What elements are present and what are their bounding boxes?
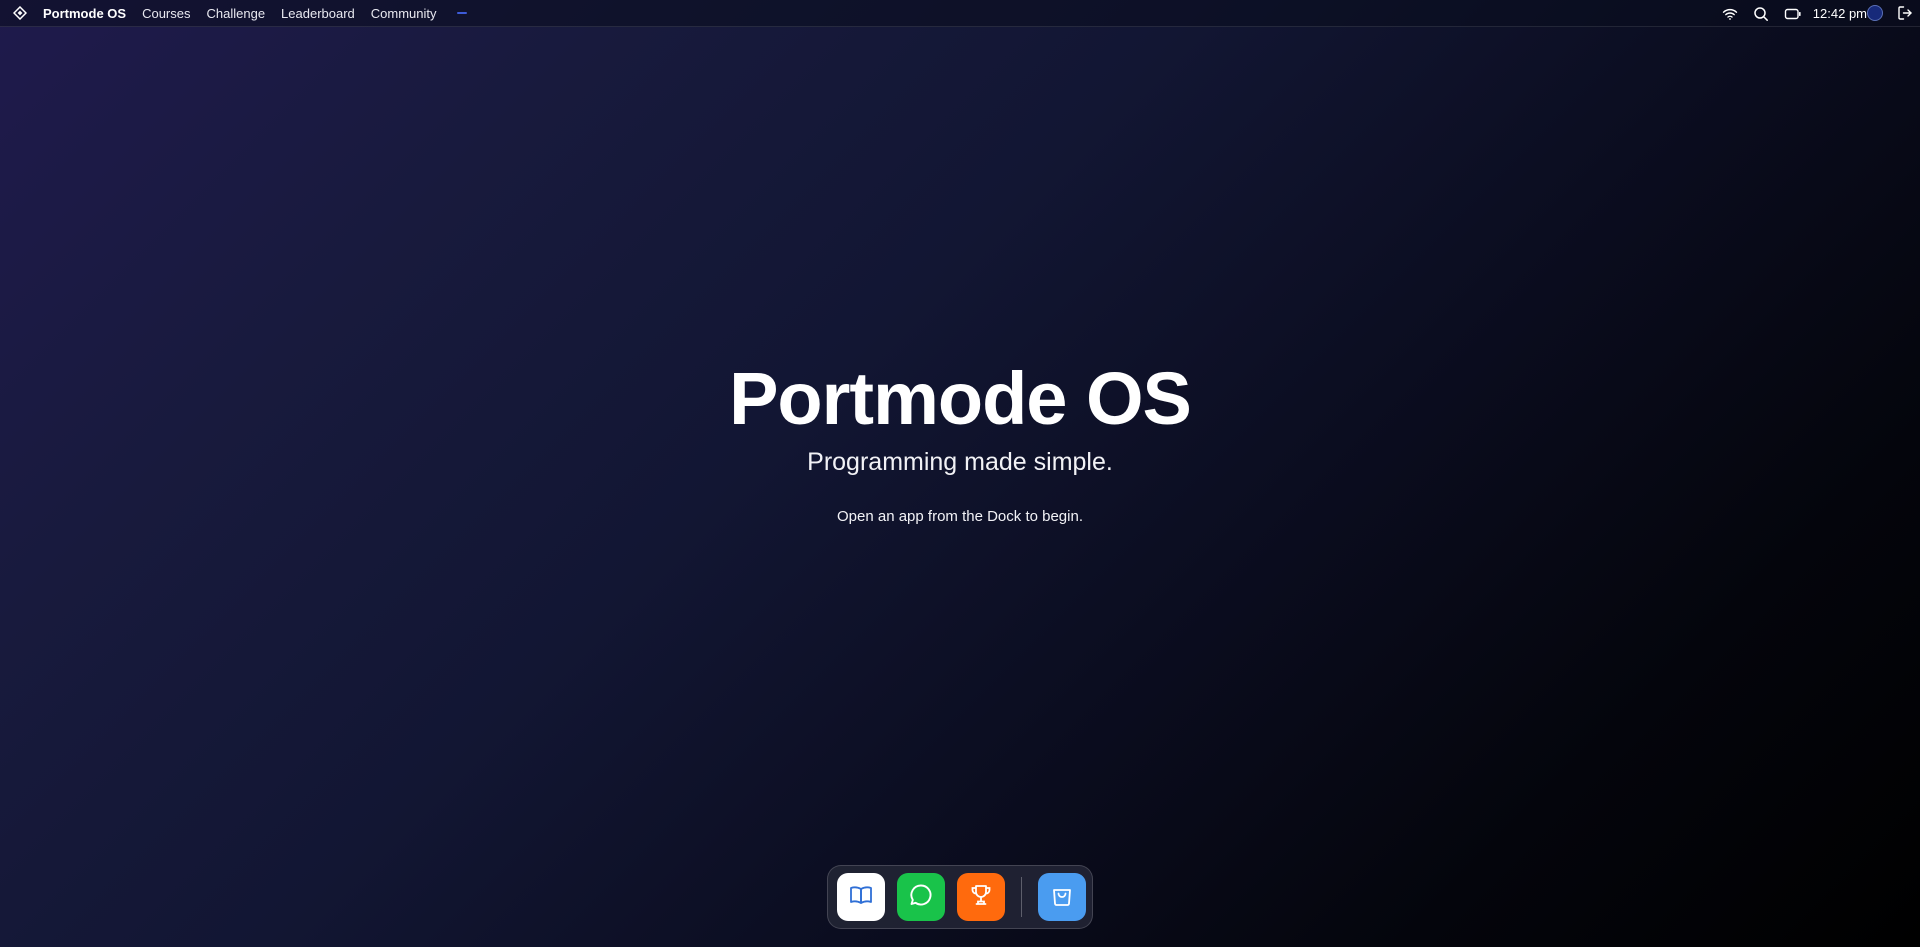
dock bbox=[827, 865, 1093, 929]
shopping-bag-icon bbox=[1049, 882, 1075, 913]
dock-app-store[interactable] bbox=[1038, 873, 1086, 921]
menu-item-challenge[interactable]: Challenge bbox=[207, 6, 266, 21]
hero-hint: Open an app from the Dock to begin. bbox=[837, 508, 1083, 525]
dock-separator bbox=[1021, 877, 1022, 917]
menu-item-courses[interactable]: Courses bbox=[142, 6, 190, 21]
chat-bubble-icon bbox=[908, 882, 934, 913]
search-icon[interactable] bbox=[1752, 5, 1770, 23]
app-name-menu[interactable]: Portmode OS bbox=[43, 6, 126, 21]
dock-app-community[interactable] bbox=[897, 873, 945, 921]
menu-item-community[interactable]: Community bbox=[371, 6, 437, 21]
diamond-logo-icon[interactable] bbox=[13, 6, 27, 20]
logout-icon[interactable] bbox=[1896, 4, 1914, 22]
menu-item-leaderboard[interactable]: Leaderboard bbox=[281, 6, 355, 21]
menu-bar-left: Portmode OS Courses Challenge Leaderboar… bbox=[0, 0, 467, 27]
hero-section: Portmode OS Programming made simple. Ope… bbox=[0, 356, 1920, 527]
menu-bar: Portmode OS Courses Challenge Leaderboar… bbox=[0, 0, 1920, 27]
book-open-icon bbox=[848, 882, 874, 913]
wifi-icon[interactable] bbox=[1721, 5, 1739, 23]
dock-app-courses[interactable] bbox=[837, 873, 885, 921]
hero-subtitle: Programming made simple. bbox=[807, 448, 1113, 476]
trophy-icon bbox=[968, 882, 994, 913]
hero-title: Portmode OS bbox=[729, 357, 1192, 440]
dock-app-leaderboard[interactable] bbox=[957, 873, 1005, 921]
active-window-indicator bbox=[456, 12, 467, 14]
avatar[interactable] bbox=[1867, 5, 1883, 21]
clock-time[interactable]: 12:42 pm bbox=[1787, 6, 1867, 21]
